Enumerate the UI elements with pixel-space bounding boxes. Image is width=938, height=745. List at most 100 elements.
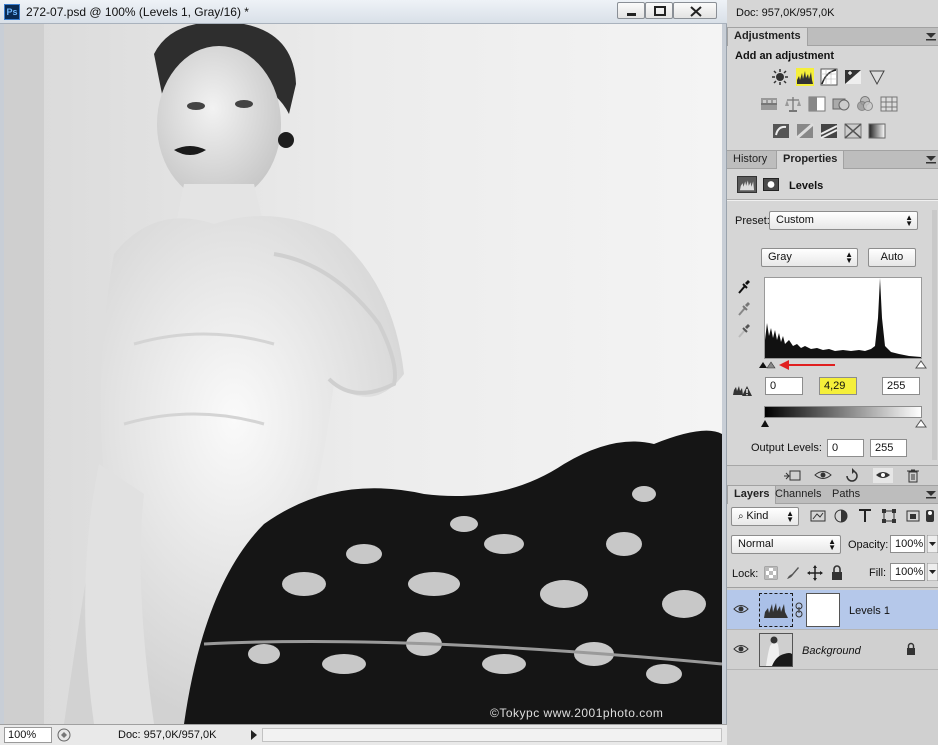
input-black-field[interactable]: 0 <box>765 377 803 395</box>
lock-image-pixels-icon[interactable] <box>785 565 801 581</box>
filter-pixel-icon[interactable] <box>810 508 826 524</box>
properties-title: Levels <box>789 180 824 192</box>
tab-properties[interactable]: Properties <box>776 151 845 169</box>
filter-shape-icon[interactable] <box>881 508 897 524</box>
updown-arrows-icon: ▲ ▼ <box>905 213 913 228</box>
curves-icon[interactable] <box>820 68 838 86</box>
selective-color-icon[interactable] <box>844 122 862 140</box>
filter-toggle-icon[interactable] <box>924 508 936 524</box>
trash-icon[interactable] <box>903 468 923 483</box>
input-black-slider[interactable] <box>759 362 767 368</box>
close-icon <box>690 6 702 17</box>
opacity-label: Opacity: <box>848 539 889 551</box>
panel-menu-icon[interactable] <box>926 490 936 499</box>
brightness-contrast-icon[interactable] <box>771 68 789 86</box>
layer-mask-thumbnail[interactable] <box>806 593 840 627</box>
fill-field[interactable]: 100% <box>890 563 925 581</box>
input-gamma-slider[interactable] <box>766 361 776 369</box>
background-layer-thumbnail[interactable] <box>759 633 793 667</box>
clipping-warning-icon[interactable] <box>732 381 754 397</box>
lock-transparent-pixels-icon[interactable] <box>763 565 779 581</box>
minimize-button[interactable] <box>617 2 645 19</box>
red-annotation-arrow-icon <box>779 360 835 370</box>
lock-label: Lock: <box>732 568 759 580</box>
view-previous-state-icon[interactable] <box>813 468 833 483</box>
gray-point-eyedropper-icon[interactable] <box>737 301 751 317</box>
panel-menu-icon[interactable] <box>926 155 936 164</box>
photoshop-app-icon: Ps <box>4 4 20 20</box>
filter-type-icon[interactable] <box>857 508 873 524</box>
tab-paths[interactable]: Paths <box>826 486 866 504</box>
tab-adjustments[interactable]: Adjustments <box>727 28 808 46</box>
channel-mixer-icon[interactable] <box>856 95 874 113</box>
lock-position-icon[interactable] <box>807 565 823 581</box>
preset-select[interactable]: Custom ▲ ▼ <box>769 211 918 230</box>
posterize-icon[interactable] <box>796 122 814 140</box>
tab-channels[interactable]: Channels <box>769 486 827 504</box>
fill-label: Fill: <box>869 567 887 579</box>
white-point-eyedropper-icon[interactable] <box>737 323 751 339</box>
channel-select[interactable]: Gray ▲ ▼ <box>761 248 858 267</box>
hue-saturation-icon[interactable] <box>760 95 778 113</box>
minimize-icon <box>627 13 636 16</box>
status-menu-arrow-icon[interactable] <box>249 729 259 741</box>
exposure-icon[interactable] <box>844 68 862 86</box>
output-levels-sliders[interactable] <box>757 418 927 429</box>
tab-history[interactable]: History <box>727 151 773 169</box>
layer-mask-icon[interactable] <box>763 178 779 191</box>
opacity-dropdown-icon[interactable] <box>927 535 938 553</box>
horizontal-scrollbar[interactable] <box>262 728 722 742</box>
reset-icon[interactable] <box>842 468 862 483</box>
input-white-field[interactable]: 255 <box>882 377 920 395</box>
layer-filter-kind-select[interactable]: ⌕ Kind ▲ ▼ <box>731 507 799 526</box>
vibrance-icon[interactable] <box>868 68 886 86</box>
black-white-icon[interactable] <box>808 95 826 113</box>
input-gamma-field[interactable]: 4,29 <box>819 377 857 395</box>
panel-menu-icon[interactable] <box>926 32 936 41</box>
preset-value: Custom <box>776 214 814 226</box>
document-window: Ps 272-07.psd @ 100% (Levels 1, Gray/16)… <box>0 0 727 745</box>
blend-mode-value: Normal <box>738 538 774 550</box>
threshold-icon[interactable] <box>820 122 838 140</box>
properties-scrollbar[interactable] <box>932 210 937 460</box>
levels-icon[interactable] <box>796 68 814 86</box>
invert-icon[interactable] <box>772 122 790 140</box>
close-button[interactable] <box>673 2 717 19</box>
layer-name-levels[interactable]: Levels 1 <box>849 605 890 617</box>
levels-layer-thumbnail[interactable] <box>759 593 793 627</box>
filter-adjustment-icon[interactable] <box>833 508 849 524</box>
photo-thumbnail-icon <box>760 634 792 666</box>
eye-icon[interactable] <box>733 602 749 616</box>
image-canvas[interactable]: ©Tokypc www.2001photo.com <box>4 24 722 724</box>
fill-dropdown-icon[interactable] <box>927 563 938 581</box>
adjustments-panel-tabs: Adjustments <box>727 27 938 46</box>
black-point-eyedropper-icon[interactable] <box>737 279 751 295</box>
color-balance-icon[interactable] <box>784 95 802 113</box>
document-title-bar[interactable]: Ps 272-07.psd @ 100% (Levels 1, Gray/16)… <box>0 0 727 24</box>
chain-link-icon[interactable] <box>795 602 803 618</box>
layer-row-levels[interactable]: Levels 1 <box>727 590 938 630</box>
blend-mode-select[interactable]: Normal ▲ ▼ <box>731 535 841 554</box>
layer-row-background[interactable]: Background <box>727 630 938 670</box>
output-black-field[interactable]: 0 <box>827 439 864 457</box>
layer-name-background[interactable]: Background <box>802 645 861 657</box>
photo-filter-icon[interactable] <box>832 95 850 113</box>
zoom-level-field[interactable]: 100% <box>4 727 52 743</box>
updown-arrows-icon: ▲ ▼ <box>845 250 853 265</box>
lock-all-icon[interactable] <box>829 565 845 581</box>
clip-to-layer-icon[interactable] <box>782 468 802 483</box>
input-white-slider[interactable] <box>915 360 927 369</box>
status-info-icon[interactable] <box>57 728 71 742</box>
maximize-button[interactable] <box>645 2 673 19</box>
auto-button[interactable]: Auto <box>868 248 916 267</box>
output-white-field[interactable]: 255 <box>870 439 907 457</box>
color-lookup-icon[interactable] <box>880 95 898 113</box>
lock-icon <box>907 642 915 655</box>
output-white-slider[interactable] <box>915 419 927 428</box>
toggle-visibility-icon[interactable] <box>873 468 893 483</box>
output-black-slider[interactable] <box>761 420 769 427</box>
gradient-map-icon[interactable] <box>868 122 886 140</box>
eye-icon[interactable] <box>733 642 749 656</box>
filter-smart-object-icon[interactable] <box>905 508 921 524</box>
opacity-field[interactable]: 100% <box>890 535 925 553</box>
